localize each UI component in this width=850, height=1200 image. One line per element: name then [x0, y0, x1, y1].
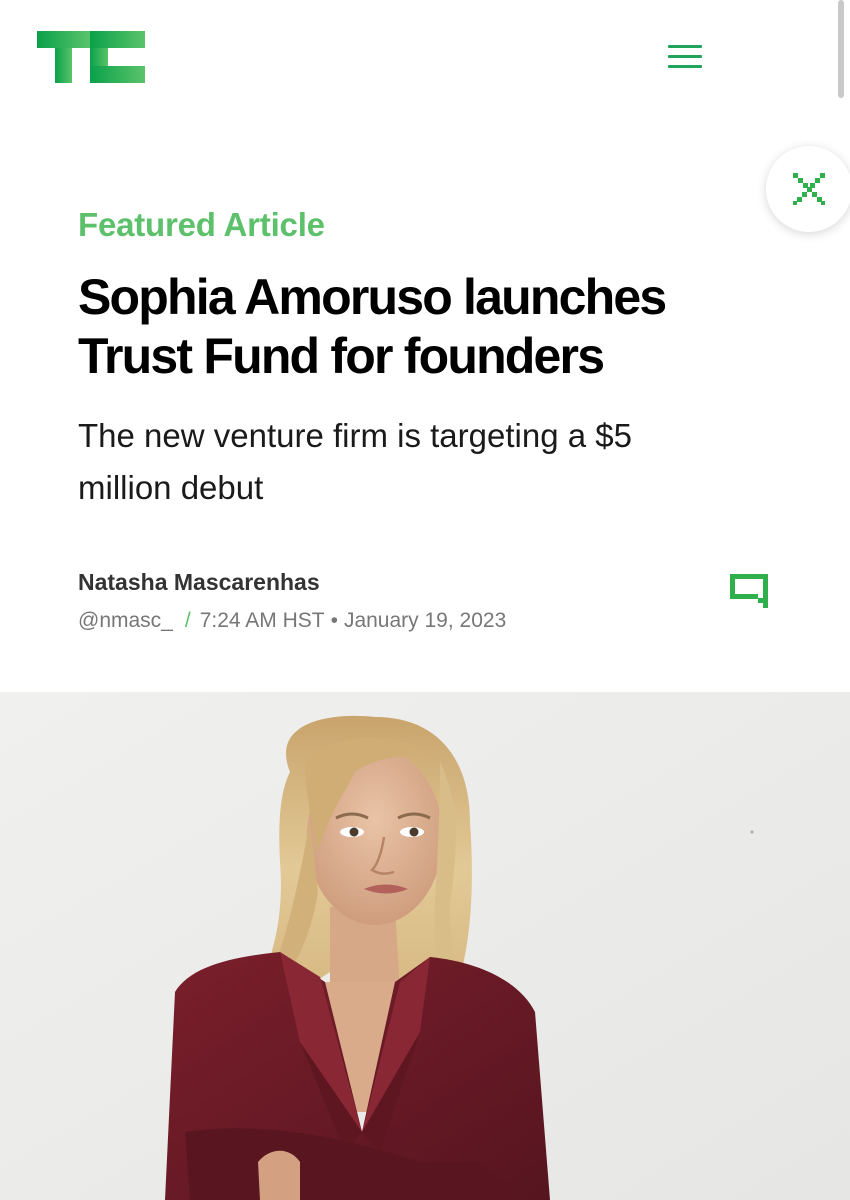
close-icon — [793, 173, 825, 205]
menu-bar — [668, 55, 702, 58]
publish-time: 7:24 AM HST — [199, 609, 325, 632]
article-subheadline: The new venture firm is targeting a $5 m… — [78, 417, 632, 506]
article-meta: @nmasc_ / 7:24 AM HST • January 19, 2023 — [78, 609, 506, 633]
menu-bar — [668, 65, 702, 68]
techcrunch-logo[interactable] — [37, 31, 145, 83]
page: Featured Article Sophia Amoruso launches… — [0, 0, 850, 1200]
publish-date: January 19, 2023 — [343, 609, 507, 632]
author-name[interactable]: Natasha Mascarenhas — [78, 569, 320, 596]
featured-article-label[interactable]: Featured Article — [78, 206, 325, 244]
comment-icon — [730, 574, 768, 608]
close-button[interactable] — [766, 146, 850, 232]
meta-bullet: • — [330, 609, 338, 632]
hero-image — [0, 692, 850, 1200]
portrait-photo — [0, 692, 850, 1200]
author-handle[interactable]: @nmasc_ — [78, 609, 173, 632]
menu-bar — [668, 45, 702, 48]
site-header — [0, 0, 850, 110]
meta-separator: / — [184, 609, 191, 632]
hamburger-menu-icon[interactable] — [664, 40, 706, 74]
scrollbar[interactable] — [838, 0, 844, 98]
comment-button[interactable] — [728, 572, 772, 612]
article-headline: Sophia Amoruso launches Trust Fund for f… — [78, 269, 667, 384]
